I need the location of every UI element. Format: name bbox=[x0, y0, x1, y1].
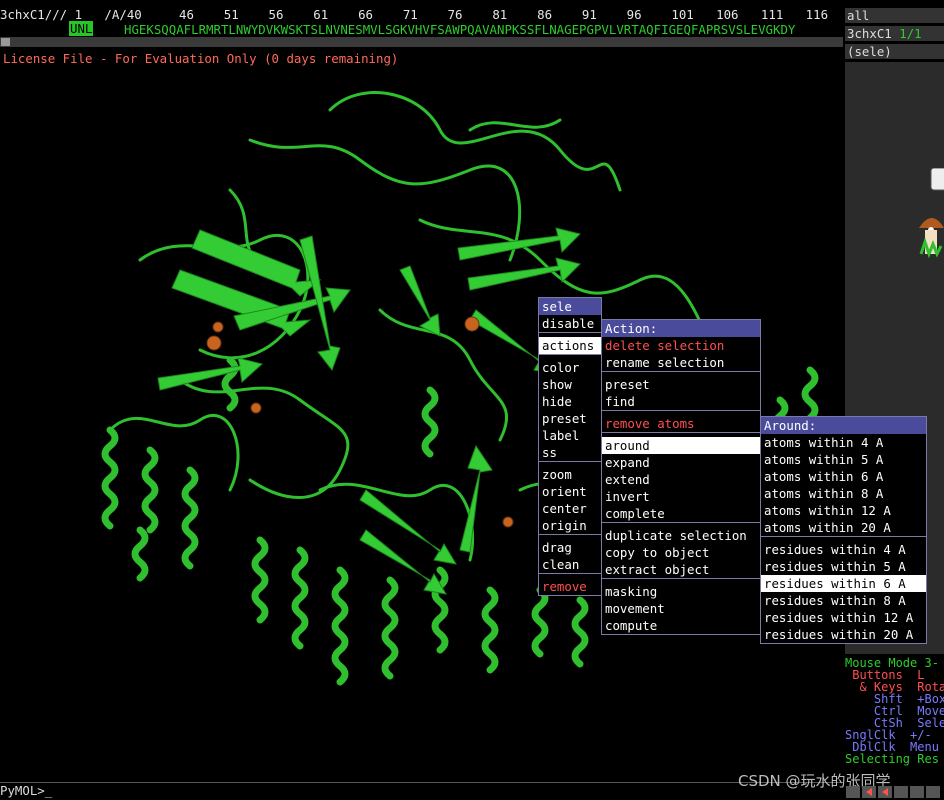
sele-menu-item-label[interactable]: label bbox=[539, 427, 601, 444]
action-menu-item-masking[interactable]: masking bbox=[602, 583, 760, 600]
sele-menu-item-ss[interactable]: ss bbox=[539, 444, 601, 461]
around-menu-item-atoms-within-5-a[interactable]: atoms within 5 A bbox=[761, 451, 926, 468]
action-menu-item-expand[interactable]: expand bbox=[602, 454, 760, 471]
around-menu-item-atoms-within-4-a[interactable]: atoms within 4 A bbox=[761, 434, 926, 451]
beta-strands bbox=[157, 227, 581, 595]
mouse-help-line: Selecting Res bbox=[845, 752, 939, 766]
sele-menu-item-actions[interactable]: actions bbox=[539, 337, 601, 354]
object-all[interactable]: all bbox=[845, 8, 944, 23]
action-submenu: Action: delete selection rename selection p… bbox=[601, 319, 761, 635]
around-menu-item-atoms-within-8-a[interactable]: atoms within 8 A bbox=[761, 485, 926, 502]
sele-menu-item-center[interactable]: center bbox=[539, 500, 601, 517]
sele-menu-item-show[interactable]: show bbox=[539, 376, 601, 393]
action-menu-item-around[interactable]: around bbox=[602, 437, 760, 454]
sequence-residues[interactable]: HGEKSQQAFLRMRTLNWYDVKWSKTSLNVNESMVLSGKVH… bbox=[124, 22, 795, 37]
action-menu-item-delete-selection[interactable]: delete selection bbox=[602, 337, 760, 354]
around-menu-item-atoms-within-12-a[interactable]: atoms within 12 A bbox=[761, 502, 926, 519]
command-line-border bbox=[0, 782, 843, 783]
action-menu-item-extract-object[interactable]: extract object bbox=[602, 561, 760, 578]
object-3chxC1[interactable]: 3chxC1 1/1 bbox=[845, 26, 944, 41]
ligand-atoms bbox=[206, 316, 514, 528]
sele-menu-item-clean[interactable]: clean bbox=[539, 556, 601, 573]
object-sele[interactable]: (sele) bbox=[845, 44, 944, 59]
around-menu-item-residues-within-6-a[interactable]: residues within 6 A bbox=[761, 575, 926, 592]
around-menu-item-residues-within-4-a[interactable]: residues within 4 A bbox=[761, 541, 926, 558]
action-menu-item-preset[interactable]: preset bbox=[602, 376, 760, 393]
sequence-viewer[interactable]: 3chxC1/// 1 /A/40 46 51 56 61 66 71 76 8… bbox=[0, 0, 918, 48]
sele-context-menu: sele disable actions color show hide preset lab… bbox=[538, 297, 602, 596]
around-menu-item-residues-within-8-a[interactable]: residues within 8 A bbox=[761, 592, 926, 609]
around-menu-item-atoms-within-20-a[interactable]: atoms within 20 A bbox=[761, 519, 926, 536]
object-count: 1/1 bbox=[899, 26, 922, 41]
action-menu-item-compute[interactable]: compute bbox=[602, 617, 760, 634]
sele-menu-item-drag[interactable]: drag bbox=[539, 539, 601, 556]
sele-menu-item-color[interactable]: color bbox=[539, 359, 601, 376]
command-line[interactable]: PyMOL>_ bbox=[0, 782, 843, 800]
sele-menu-header: sele bbox=[539, 298, 601, 315]
around-menu-item-residues-within-20-a[interactable]: residues within 20 A bbox=[761, 626, 926, 643]
action-menu-item-copy-to-object[interactable]: copy to object bbox=[602, 544, 760, 561]
command-prompt[interactable]: PyMOL>_ bbox=[0, 782, 52, 800]
action-menu-header: Action: bbox=[602, 320, 760, 337]
mascot-sticker-icon bbox=[919, 168, 944, 259]
sele-menu-item-remove[interactable]: remove bbox=[539, 578, 601, 595]
sele-menu-item-origin[interactable]: origin bbox=[539, 517, 601, 534]
around-menu-item-residues-within-12-a[interactable]: residues within 12 A bbox=[761, 609, 926, 626]
around-menu-item-residues-within-5-a[interactable]: residues within 5 A bbox=[761, 558, 926, 575]
action-menu-item-complete[interactable]: complete bbox=[602, 505, 760, 522]
action-menu-item-duplicate-selection[interactable]: duplicate selection bbox=[602, 527, 760, 544]
action-menu-item-find[interactable]: find bbox=[602, 393, 760, 410]
sele-menu-item-hide[interactable]: hide bbox=[539, 393, 601, 410]
sele-menu-item-orient[interactable]: orient bbox=[539, 483, 601, 500]
license-notice: License File - For Evaluation Only (0 da… bbox=[3, 51, 399, 66]
around-menu-header: Around: bbox=[761, 417, 926, 434]
sele-menu-item-zoom[interactable]: zoom bbox=[539, 466, 601, 483]
sele-menu-item-preset[interactable]: preset bbox=[539, 410, 601, 427]
action-menu-item-remove-atoms[interactable]: remove atoms bbox=[602, 415, 760, 432]
around-submenu: Around: atoms within 4 Aatoms within 5 Aa… bbox=[760, 416, 927, 644]
sequence-scroll-thumb[interactable] bbox=[1, 38, 10, 46]
sequence-scrollbar[interactable] bbox=[0, 37, 843, 47]
action-menu-item-extend[interactable]: extend bbox=[602, 471, 760, 488]
action-menu-item-movement[interactable]: movement bbox=[602, 600, 760, 617]
action-menu-item-invert[interactable]: invert bbox=[602, 488, 760, 505]
object-panel: all 3chxC1 1/1 (sele) Mouse Mode 3- Butt… bbox=[843, 0, 944, 800]
sequence-unl-label[interactable]: UNL bbox=[69, 21, 94, 36]
sele-menu-item-disable[interactable]: disable bbox=[539, 315, 601, 332]
object-name: 3chxC1 bbox=[847, 26, 892, 41]
action-menu-item-rename-selection[interactable]: rename selection bbox=[602, 354, 760, 371]
playback-buttons[interactable] bbox=[846, 784, 944, 800]
mouse-mode-help: Mouse Mode 3- Buttons L & Keys Rota Shft… bbox=[845, 657, 944, 765]
around-menu-item-atoms-within-6-a[interactable]: atoms within 6 A bbox=[761, 468, 926, 485]
sequence-ruler: 3chxC1/// 1 /A/40 46 51 56 61 66 71 76 8… bbox=[0, 7, 918, 22]
